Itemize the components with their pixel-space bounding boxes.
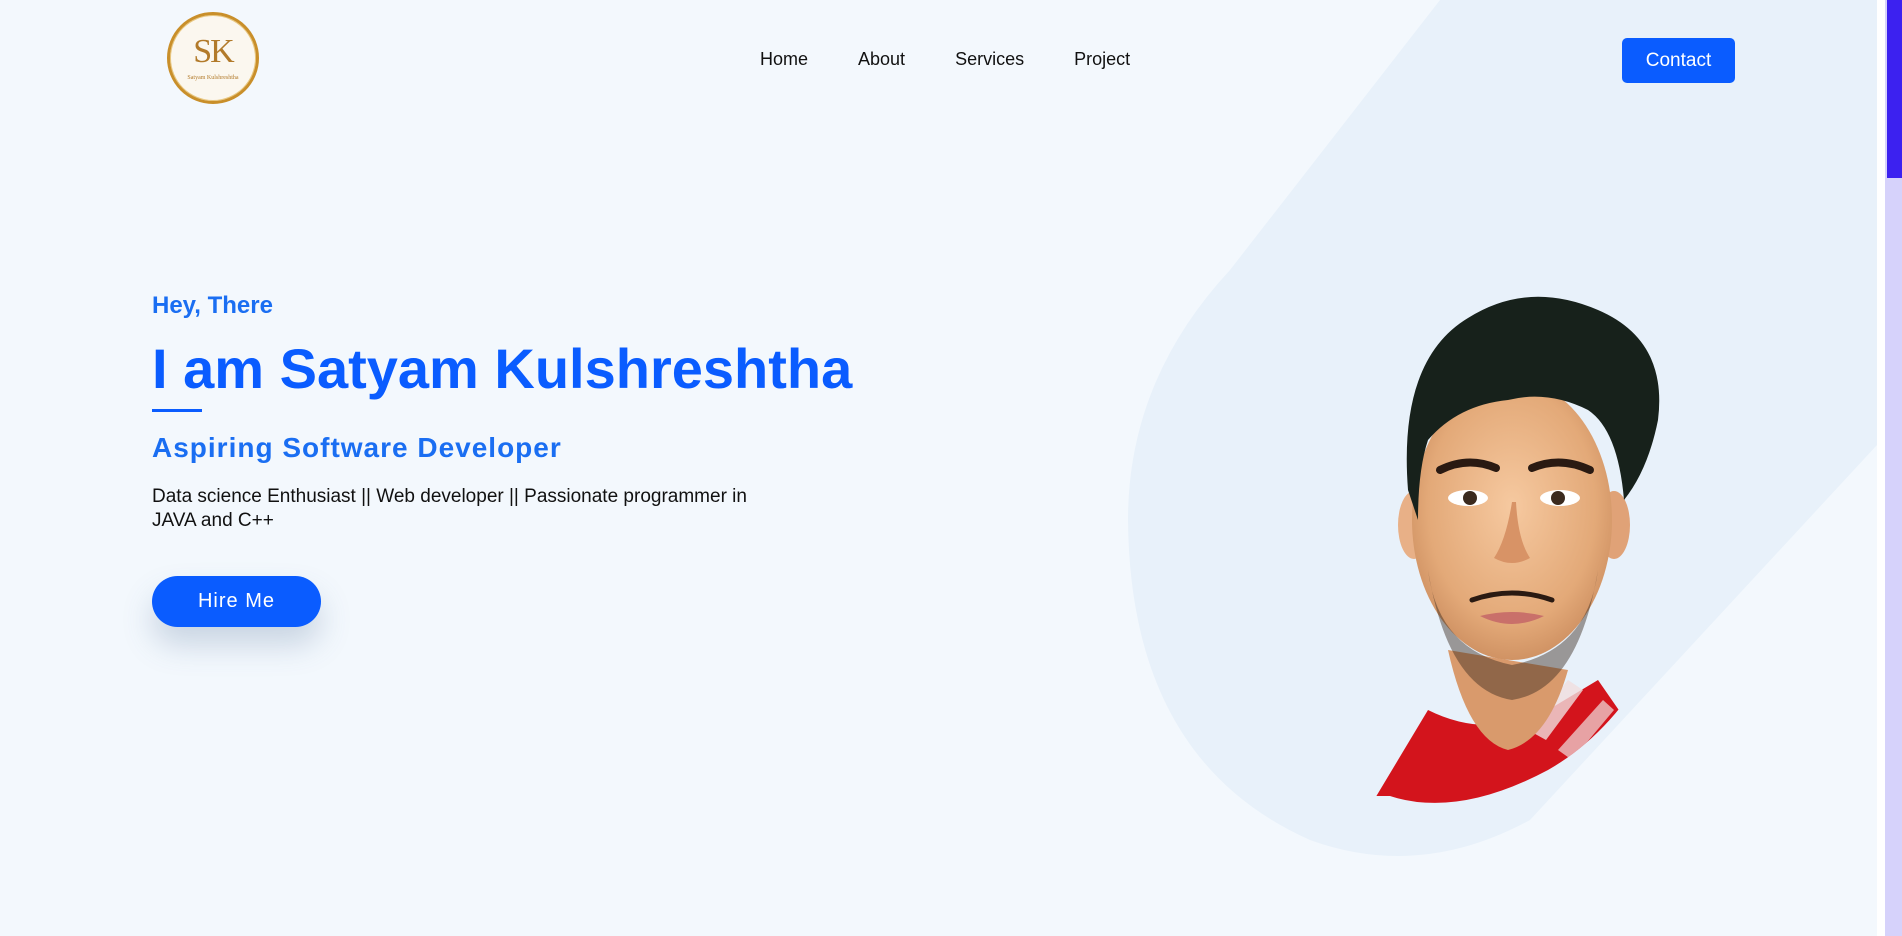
hero-headline: I am Satyam Kulshreshtha	[152, 337, 853, 400]
logo[interactable]: SK Satyam Kulshreshtha	[167, 12, 259, 104]
profile-photo	[1368, 296, 1688, 803]
main-nav: Home About Services Project	[760, 49, 1180, 70]
nav-item-project[interactable]: Project	[1074, 49, 1130, 70]
hero-role: Aspiring Software Developer	[152, 432, 562, 463]
scrollbar-thumb[interactable]	[1887, 0, 1902, 178]
page: SK Satyam Kulshreshtha Home About Servic…	[0, 0, 1877, 936]
hero-greeting: Hey, There	[152, 292, 273, 319]
hero-description: Data science Enthusiast || Web developer…	[152, 486, 747, 531]
nav-item-about[interactable]: About	[858, 49, 905, 70]
logo-subtitle: Satyam Kulshreshtha	[187, 75, 239, 81]
logo-mark: SK	[193, 33, 234, 70]
hire-me-button[interactable]: Hire Me	[152, 576, 321, 627]
contact-button[interactable]: Contact	[1622, 38, 1735, 83]
nav-item-services[interactable]: Services	[955, 49, 1024, 70]
nav-item-home[interactable]: Home	[760, 49, 808, 70]
headline-underline	[152, 409, 202, 412]
